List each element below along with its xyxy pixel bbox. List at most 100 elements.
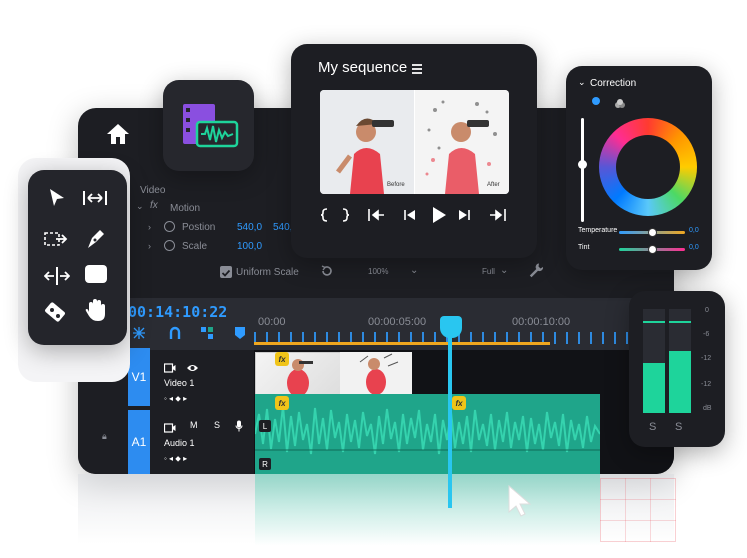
eye-icon[interactable] xyxy=(186,360,199,378)
fx-badge[interactable]: fx xyxy=(275,352,289,366)
snap-icon[interactable] xyxy=(132,326,146,345)
audio-clip[interactable] xyxy=(254,394,601,474)
mic-icon[interactable] xyxy=(235,419,243,437)
fx-badge[interactable]: fx xyxy=(275,396,289,410)
uniform-scale-label: Uniform Scale xyxy=(236,267,299,278)
temperature-value[interactable]: 0,0 xyxy=(689,227,699,234)
play-icon[interactable] xyxy=(431,206,447,229)
media-card[interactable] xyxy=(163,80,254,171)
hand-tool-icon[interactable] xyxy=(84,298,106,327)
track-tag-v1[interactable]: V1 xyxy=(128,348,150,406)
color-wheel-mode-icon[interactable] xyxy=(592,97,600,105)
meter-right-level xyxy=(669,351,691,413)
hamburger-icon[interactable] xyxy=(411,62,423,80)
solo-right-button[interactable]: S xyxy=(675,421,682,433)
linked-icon[interactable] xyxy=(168,326,182,345)
fx-badge[interactable]: fx xyxy=(452,396,466,410)
ruler-label: 00:00:10:00 xyxy=(512,316,571,328)
solo-button[interactable]: S xyxy=(214,420,220,430)
position-x-value[interactable]: 540,0 xyxy=(237,222,262,233)
ruler-label: 00:00 xyxy=(258,316,286,328)
motion-label: Motion xyxy=(170,203,201,214)
quality-dropdown[interactable]: Full xyxy=(482,267,495,276)
tint-label: Tint xyxy=(578,244,590,251)
temperature-handle[interactable] xyxy=(648,228,657,237)
step-forward-icon[interactable] xyxy=(457,208,471,227)
keyframe-nav[interactable]: ◦ ◂ ⬥ ▸ xyxy=(164,454,187,464)
reset-icon[interactable] xyxy=(320,264,334,283)
track-name-audio: Audio 1 xyxy=(164,438,195,448)
fx-icon: fx xyxy=(150,200,158,211)
slip-tool-icon[interactable] xyxy=(43,266,71,291)
guide-grid xyxy=(600,478,676,542)
split-divider[interactable] xyxy=(414,90,415,194)
video-clip[interactable] xyxy=(255,352,341,400)
work-area-bar[interactable] xyxy=(254,342,550,345)
meter-scale-label: 0 xyxy=(705,307,709,314)
correction-panel: ⌄ Correction Temperature 0,0 Tint 0,0 xyxy=(566,66,712,270)
go-to-out-icon[interactable] xyxy=(489,208,507,227)
tools-panel xyxy=(28,170,127,345)
effects-video-label: Video xyxy=(140,185,166,196)
color-wheel[interactable] xyxy=(599,118,697,216)
solo-left-button[interactable]: S xyxy=(649,421,656,433)
timecode[interactable]: 00:14:10:22 xyxy=(128,303,227,321)
track-tag-a1[interactable]: A1 xyxy=(128,410,150,474)
chevron-down-icon[interactable]: ⌄ xyxy=(578,77,586,88)
before-label: Before xyxy=(387,182,405,188)
go-to-in-icon[interactable] xyxy=(367,208,385,227)
pen-tool-icon[interactable] xyxy=(86,228,106,255)
meter-right-peak xyxy=(669,321,691,323)
razor-tool-icon[interactable] xyxy=(42,300,68,331)
track-select-tool-icon[interactable] xyxy=(44,230,68,253)
uniform-scale-checkbox[interactable] xyxy=(220,266,232,278)
wrench-icon[interactable] xyxy=(528,262,544,283)
stopwatch-icon[interactable] xyxy=(164,221,175,232)
marker-icon[interactable] xyxy=(234,326,246,345)
rectangle-tool-icon[interactable] xyxy=(84,264,108,289)
video-track-icon xyxy=(163,360,176,378)
meter-left-level xyxy=(643,363,665,413)
audio-meter-panel: 0 -6 -12 -12 dB S S xyxy=(629,291,725,447)
chevron-down-icon[interactable]: ⌄ xyxy=(136,201,144,212)
luma-slider-track[interactable] xyxy=(581,118,584,222)
rgb-mode-icon[interactable] xyxy=(614,96,626,114)
channel-left-label: L xyxy=(259,420,271,432)
audio-track-icon xyxy=(163,420,176,438)
keyframe-nav[interactable]: ◦ ◂ ⬥ ▸ xyxy=(164,394,187,404)
luma-slider-handle[interactable] xyxy=(578,160,587,169)
meter-scale-label: -6 xyxy=(703,331,710,338)
before-frame xyxy=(320,90,414,194)
meter-left-peak xyxy=(643,321,665,323)
playhead-line[interactable] xyxy=(448,328,452,508)
tint-handle[interactable] xyxy=(648,245,657,254)
add-marker-icon[interactable] xyxy=(200,326,214,345)
chevron-down-icon[interactable]: ⌄ xyxy=(410,265,418,276)
selection-tool-icon[interactable] xyxy=(48,188,66,213)
playhead-handle[interactable] xyxy=(440,316,462,338)
chevron-down-icon[interactable]: ⌄ xyxy=(500,265,508,276)
audio-reflection xyxy=(255,474,600,546)
scale-value[interactable]: 100,0 xyxy=(237,241,262,252)
step-back-icon[interactable] xyxy=(403,208,417,227)
chevron-right-icon[interactable]: › xyxy=(148,222,151,232)
chevron-right-icon[interactable]: › xyxy=(148,241,151,251)
video-clip[interactable] xyxy=(340,352,412,398)
mute-button[interactable]: M xyxy=(190,420,198,430)
zoom-dropdown[interactable]: 100% xyxy=(368,267,388,276)
program-monitor: My sequence Before After xyxy=(291,44,537,258)
mark-in-out-icon[interactable] xyxy=(320,208,350,227)
cursor-icon xyxy=(507,484,533,523)
home-icon[interactable] xyxy=(104,120,132,148)
channel-right-label: R xyxy=(259,458,271,470)
tint-value[interactable]: 0,0 xyxy=(689,244,699,251)
stopwatch-icon[interactable] xyxy=(164,240,175,251)
position-y-value[interactable]: 540, xyxy=(273,222,292,233)
ruler-label: 00:00:05:00 xyxy=(368,316,427,328)
sequence-title: My sequence xyxy=(318,59,408,76)
ripple-tool-icon[interactable] xyxy=(82,190,108,211)
track-name-video: Video 1 xyxy=(164,378,195,388)
temperature-label: Temperature xyxy=(578,227,618,234)
lock-icon[interactable]: 🔒︎ xyxy=(102,431,107,442)
after-frame xyxy=(415,90,509,194)
